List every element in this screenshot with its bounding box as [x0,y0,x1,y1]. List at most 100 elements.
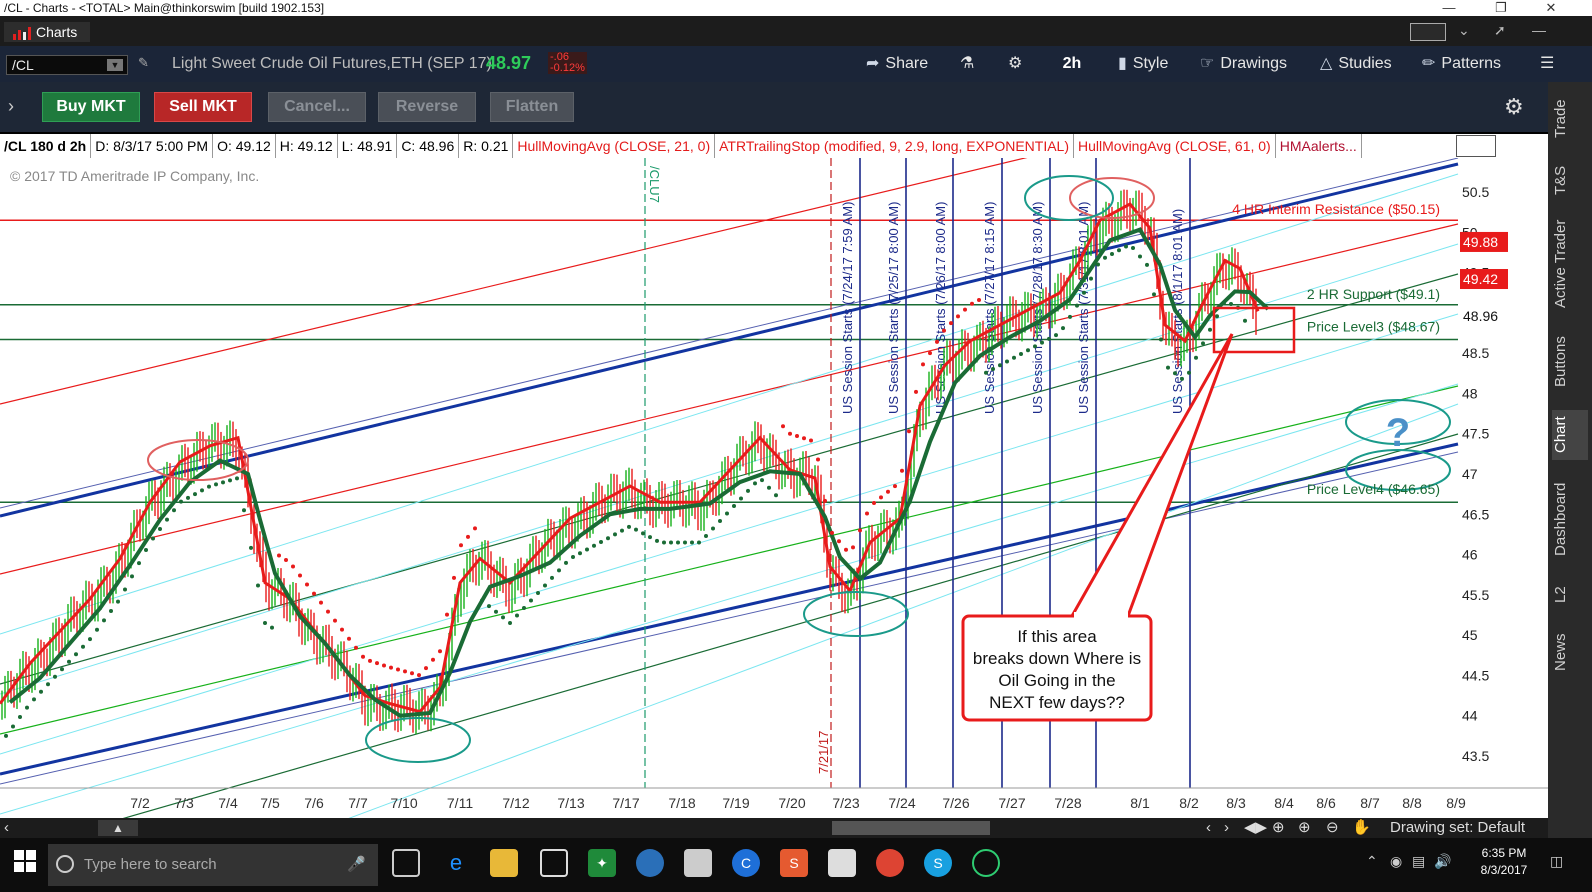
side-tab-dashboard[interactable]: Dashboard [1552,478,1588,560]
task-view-icon[interactable] [392,849,420,877]
side-tab-strip: Trade T&S Active Trader Buttons Chart Da… [1548,82,1592,838]
zoom-out-icon[interactable]: ⊖ [1326,818,1339,838]
gear-icon[interactable]: ⚙ [1504,94,1524,120]
study-hma-61[interactable]: HullMovingAvg (CLOSE, 61, 0) [1074,134,1276,158]
home-button[interactable]: ▲ [98,820,138,836]
side-tab-news[interactable]: News [1552,630,1588,674]
y-tick-label: 45 [1462,627,1478,643]
trailing-stop-dot [1215,314,1219,319]
crosshair-icon[interactable]: ⊕ [1272,818,1285,838]
trailing-stop-dot [1075,303,1079,308]
chevron-down-icon[interactable]: ▼ [107,59,123,71]
expand-arrow-icon[interactable]: › [8,96,14,117]
store-icon[interactable] [540,849,568,877]
scroll-left-icon[interactable]: ‹ [4,818,9,838]
trailing-stop-dot [977,297,981,302]
tray-app-icon[interactable]: ◉ [1390,853,1402,870]
side-tab-trade[interactable]: Trade [1552,94,1588,144]
file-explorer-icon[interactable] [490,849,518,877]
volume-icon[interactable]: 🔊 [1434,853,1451,870]
settings-gear-icon[interactable]: ⚙ [1008,53,1022,75]
link-icon[interactable]: ✎ [138,55,149,71]
taskbar-clock[interactable]: 6:35 PM 8/3/2017 [1464,845,1544,879]
trailing-stop-dot [844,547,848,552]
chrome-icon[interactable] [876,849,904,877]
side-tab-active-trader[interactable]: Active Trader [1552,216,1588,312]
x-tick-label: 7/10 [390,795,417,811]
question-mark: ? [1386,411,1410,455]
chevron-down-icon[interactable]: ⌄ [1458,22,1470,39]
clock-app-icon[interactable] [636,849,664,877]
expand-chart-icon[interactable] [1456,135,1496,157]
sell-market-button[interactable]: Sell MKT [154,92,252,122]
notifications-icon[interactable]: ◫ [1550,853,1563,870]
patterns-button[interactable]: ✏ Patterns [1422,53,1501,75]
scroll-left-icon[interactable]: ‹ [1206,818,1211,838]
drawing-set-selector[interactable]: Drawing set: Default [1390,818,1525,838]
trailing-stop-dot [1054,333,1058,338]
microphone-icon[interactable]: 🎤 [347,844,366,886]
menu-icon[interactable]: ☰ [1540,53,1554,75]
cancel-button[interactable]: Cancel... [268,92,366,122]
horizontal-scroll-thumb[interactable] [832,821,990,835]
scroll-right-icon[interactable]: › [1224,818,1229,838]
minimize-button[interactable]: — [1434,0,1464,16]
windows-start-icon[interactable] [14,850,36,872]
study-atr-trailing-stop[interactable]: ATRTrailingStop (modified, 9, 2.9, long,… [715,134,1074,158]
bar-range: R: 0.21 [459,134,514,158]
skype-icon[interactable]: S [924,849,952,877]
mail-icon[interactable] [828,849,856,877]
symbol-selector[interactable]: /CL ▼ [6,55,128,75]
tab-charts[interactable]: Charts [4,22,90,42]
trailing-stop-dot [1012,355,1016,360]
edge-browser-icon[interactable]: e [442,849,470,877]
studies-button[interactable]: △ Studies [1320,53,1392,75]
trailing-stop-dot [340,627,344,632]
app-icon[interactable]: C [732,849,760,877]
side-tab-chart[interactable]: Chart [1552,410,1588,460]
x-tick-label: 7/7 [348,795,368,811]
x-tick-label: 8/6 [1316,795,1336,811]
calculator-icon[interactable] [684,849,712,877]
red-channel-line [0,223,1459,575]
chart-canvas[interactable]: US Session Starts (7/24/17 7:59 AM) US Se… [0,134,1548,820]
y-tick-label: 45.5 [1462,587,1489,603]
flask-icon[interactable]: ⚗ [960,53,974,75]
price-chart-svg[interactable]: US Session Starts (7/24/17 7:59 AM) US Se… [0,134,1548,820]
price-label-hma-slow: 49.42 [1463,271,1498,287]
window-layout-button[interactable] [1410,23,1446,41]
chart-symbol-info[interactable]: /CL 180 d 2h [0,134,92,158]
style-button[interactable]: ▮ Style [1118,53,1168,75]
network-icon[interactable]: ▤ [1412,853,1425,870]
app-icon[interactable] [972,849,1000,877]
zoom-in-icon[interactable]: ⊕ [1298,818,1311,838]
restore-button[interactable]: ❐ [1486,0,1516,16]
buy-market-button[interactable]: Buy MKT [42,92,140,122]
pan-hand-icon[interactable]: ✋ [1352,818,1371,838]
trailing-stop-dot [760,478,764,483]
trailing-stop-dot [417,673,421,678]
study-hma-alerts[interactable]: HMAalerts... [1276,134,1362,158]
flatten-button[interactable]: Flatten [490,92,574,122]
aggregation-button[interactable]: 2h [1052,52,1092,76]
pin-icon[interactable]: ➚ [1494,22,1506,39]
close-button[interactable]: ✕ [1536,0,1566,16]
share-button[interactable]: ➦ Share [866,53,928,75]
expand-horizontal-icon[interactable]: ◀▶ [1244,818,1267,838]
trailing-stop-dot [431,657,435,662]
trailing-stop-dot [991,366,995,371]
snagit-icon[interactable]: S [780,849,808,877]
tray-expand-icon[interactable]: ⌃ [1366,853,1378,870]
minimize-panel-icon[interactable]: — [1532,22,1546,38]
search-placeholder: Type here to search [84,856,217,873]
side-tab-buttons[interactable]: Buttons [1552,330,1588,394]
contract-marker-label: /CLU7 [647,166,662,203]
thinkorswim-icon[interactable]: ✦ [588,849,616,877]
reverse-button[interactable]: Reverse [378,92,476,122]
study-hma-21[interactable]: HullMovingAvg (CLOSE, 21, 0) [513,134,716,158]
side-tab-l2[interactable]: L2 [1552,580,1588,610]
side-tab-time-sales[interactable]: T&S [1552,158,1588,202]
taskbar-search-box[interactable]: Type here to search 🎤 [48,844,378,886]
drawings-button[interactable]: ☞ Drawings [1200,53,1287,75]
trailing-stop-dot [571,554,575,559]
